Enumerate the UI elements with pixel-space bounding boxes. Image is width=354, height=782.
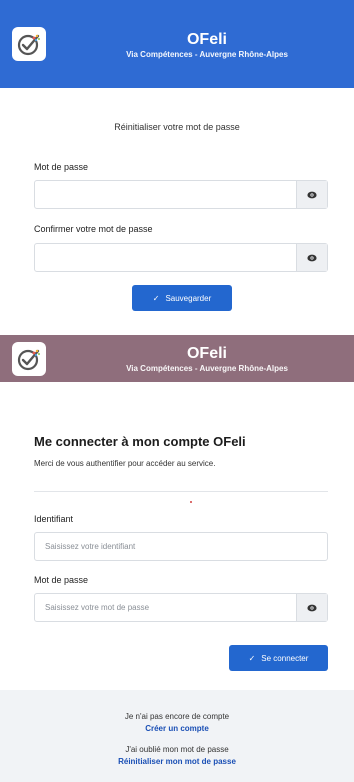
login-header: OFeli Via Compétences - Auvergne Rhône-A… xyxy=(0,335,354,382)
login-button-label: Se connecter xyxy=(261,653,309,663)
app-title: OFeli xyxy=(186,345,227,362)
identifier-label: Identifiant xyxy=(34,514,74,524)
reset-password-link[interactable]: Réinitialiser mon mot de passe xyxy=(0,757,354,766)
show-confirm-password-button[interactable] xyxy=(296,244,327,271)
check-icon: ✓ xyxy=(248,653,256,663)
eye-icon xyxy=(307,254,317,261)
confirm-password-field[interactable] xyxy=(34,243,328,272)
save-button-label: Sauvegarder xyxy=(165,293,212,303)
login-password-label: Mot de passe xyxy=(34,575,89,585)
check-circle-icon xyxy=(12,27,46,61)
login-title: Me connecter à mon compte OFeli xyxy=(34,434,246,449)
eye-icon xyxy=(307,604,317,611)
show-password-button[interactable] xyxy=(296,181,327,208)
confirm-password-label: Confirmer votre mot de passe xyxy=(34,224,153,234)
login-password-input[interactable] xyxy=(35,594,327,621)
password-input[interactable] xyxy=(35,181,327,208)
login-intro: Merci de vous authentifier pour accéder … xyxy=(34,459,216,468)
no-account-text: Je n'ai pas encore de compte xyxy=(124,712,230,721)
identifier-field[interactable] xyxy=(34,532,328,561)
check-circle-icon xyxy=(12,342,46,376)
app-title: OFeli xyxy=(186,31,227,48)
reset-heading: Réinitialiser votre mot de passe xyxy=(114,122,240,132)
login-button[interactable]: ✓ Se connecter xyxy=(229,645,328,671)
show-login-password-button[interactable] xyxy=(296,594,327,621)
app-subtitle: Via Compétences - Auvergne Rhône-Alpes xyxy=(126,364,288,373)
confirm-password-input[interactable] xyxy=(35,244,327,271)
save-button[interactable]: ✓ Sauvegarder xyxy=(132,285,232,311)
decorative-dot xyxy=(190,501,192,503)
header-brand: OFeli Via Compétences - Auvergne Rhône-A… xyxy=(60,345,354,375)
header-brand: OFeli Via Compétences - Auvergne Rhône-A… xyxy=(60,31,354,61)
eye-icon xyxy=(307,191,317,198)
forgot-password-text: J'ai oublié mon mot de passe xyxy=(125,745,229,754)
password-label: Mot de passe xyxy=(34,162,89,172)
reset-header: OFeli Via Compétences - Auvergne Rhône-A… xyxy=(0,0,354,88)
login-footer: Je n'ai pas encore de compte Créer un co… xyxy=(0,690,354,782)
create-account-link[interactable]: Créer un compte xyxy=(0,724,354,733)
check-icon: ✓ xyxy=(152,293,160,303)
app-subtitle: Via Compétences - Auvergne Rhône-Alpes xyxy=(126,50,288,59)
login-password-field[interactable] xyxy=(34,593,328,622)
password-field[interactable] xyxy=(34,180,328,209)
login-divider xyxy=(34,491,328,492)
identifier-input[interactable] xyxy=(35,533,327,560)
